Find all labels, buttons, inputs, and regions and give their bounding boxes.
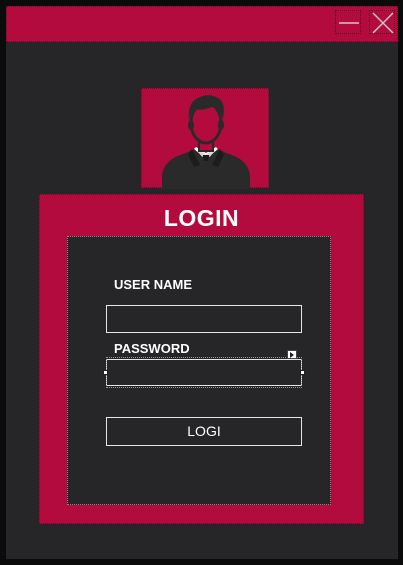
user-avatar-icon <box>162 95 250 189</box>
login-form: USER NAME PASSWORD LOGI <box>67 236 331 505</box>
close-button[interactable] <box>369 10 395 34</box>
smart-tag-icon[interactable] <box>287 350 297 359</box>
resize-handle-left[interactable] <box>103 370 108 375</box>
title-bar <box>6 6 398 42</box>
password-input[interactable] <box>106 359 302 386</box>
minimize-icon <box>339 22 359 24</box>
minimize-button[interactable] <box>335 10 361 34</box>
login-button[interactable]: LOGI <box>106 417 302 446</box>
username-label: USER NAME <box>114 277 193 292</box>
username-input[interactable] <box>106 305 302 333</box>
close-icon <box>372 12 394 34</box>
login-window: LOGIN USER NAME PASSWORD LOGI <box>6 6 398 559</box>
avatar <box>141 88 269 189</box>
password-label: PASSWORD <box>114 341 190 356</box>
resize-handle-right[interactable] <box>300 370 305 375</box>
login-panel: LOGIN USER NAME PASSWORD LOGI <box>39 194 364 524</box>
login-title: LOGIN <box>163 205 240 231</box>
